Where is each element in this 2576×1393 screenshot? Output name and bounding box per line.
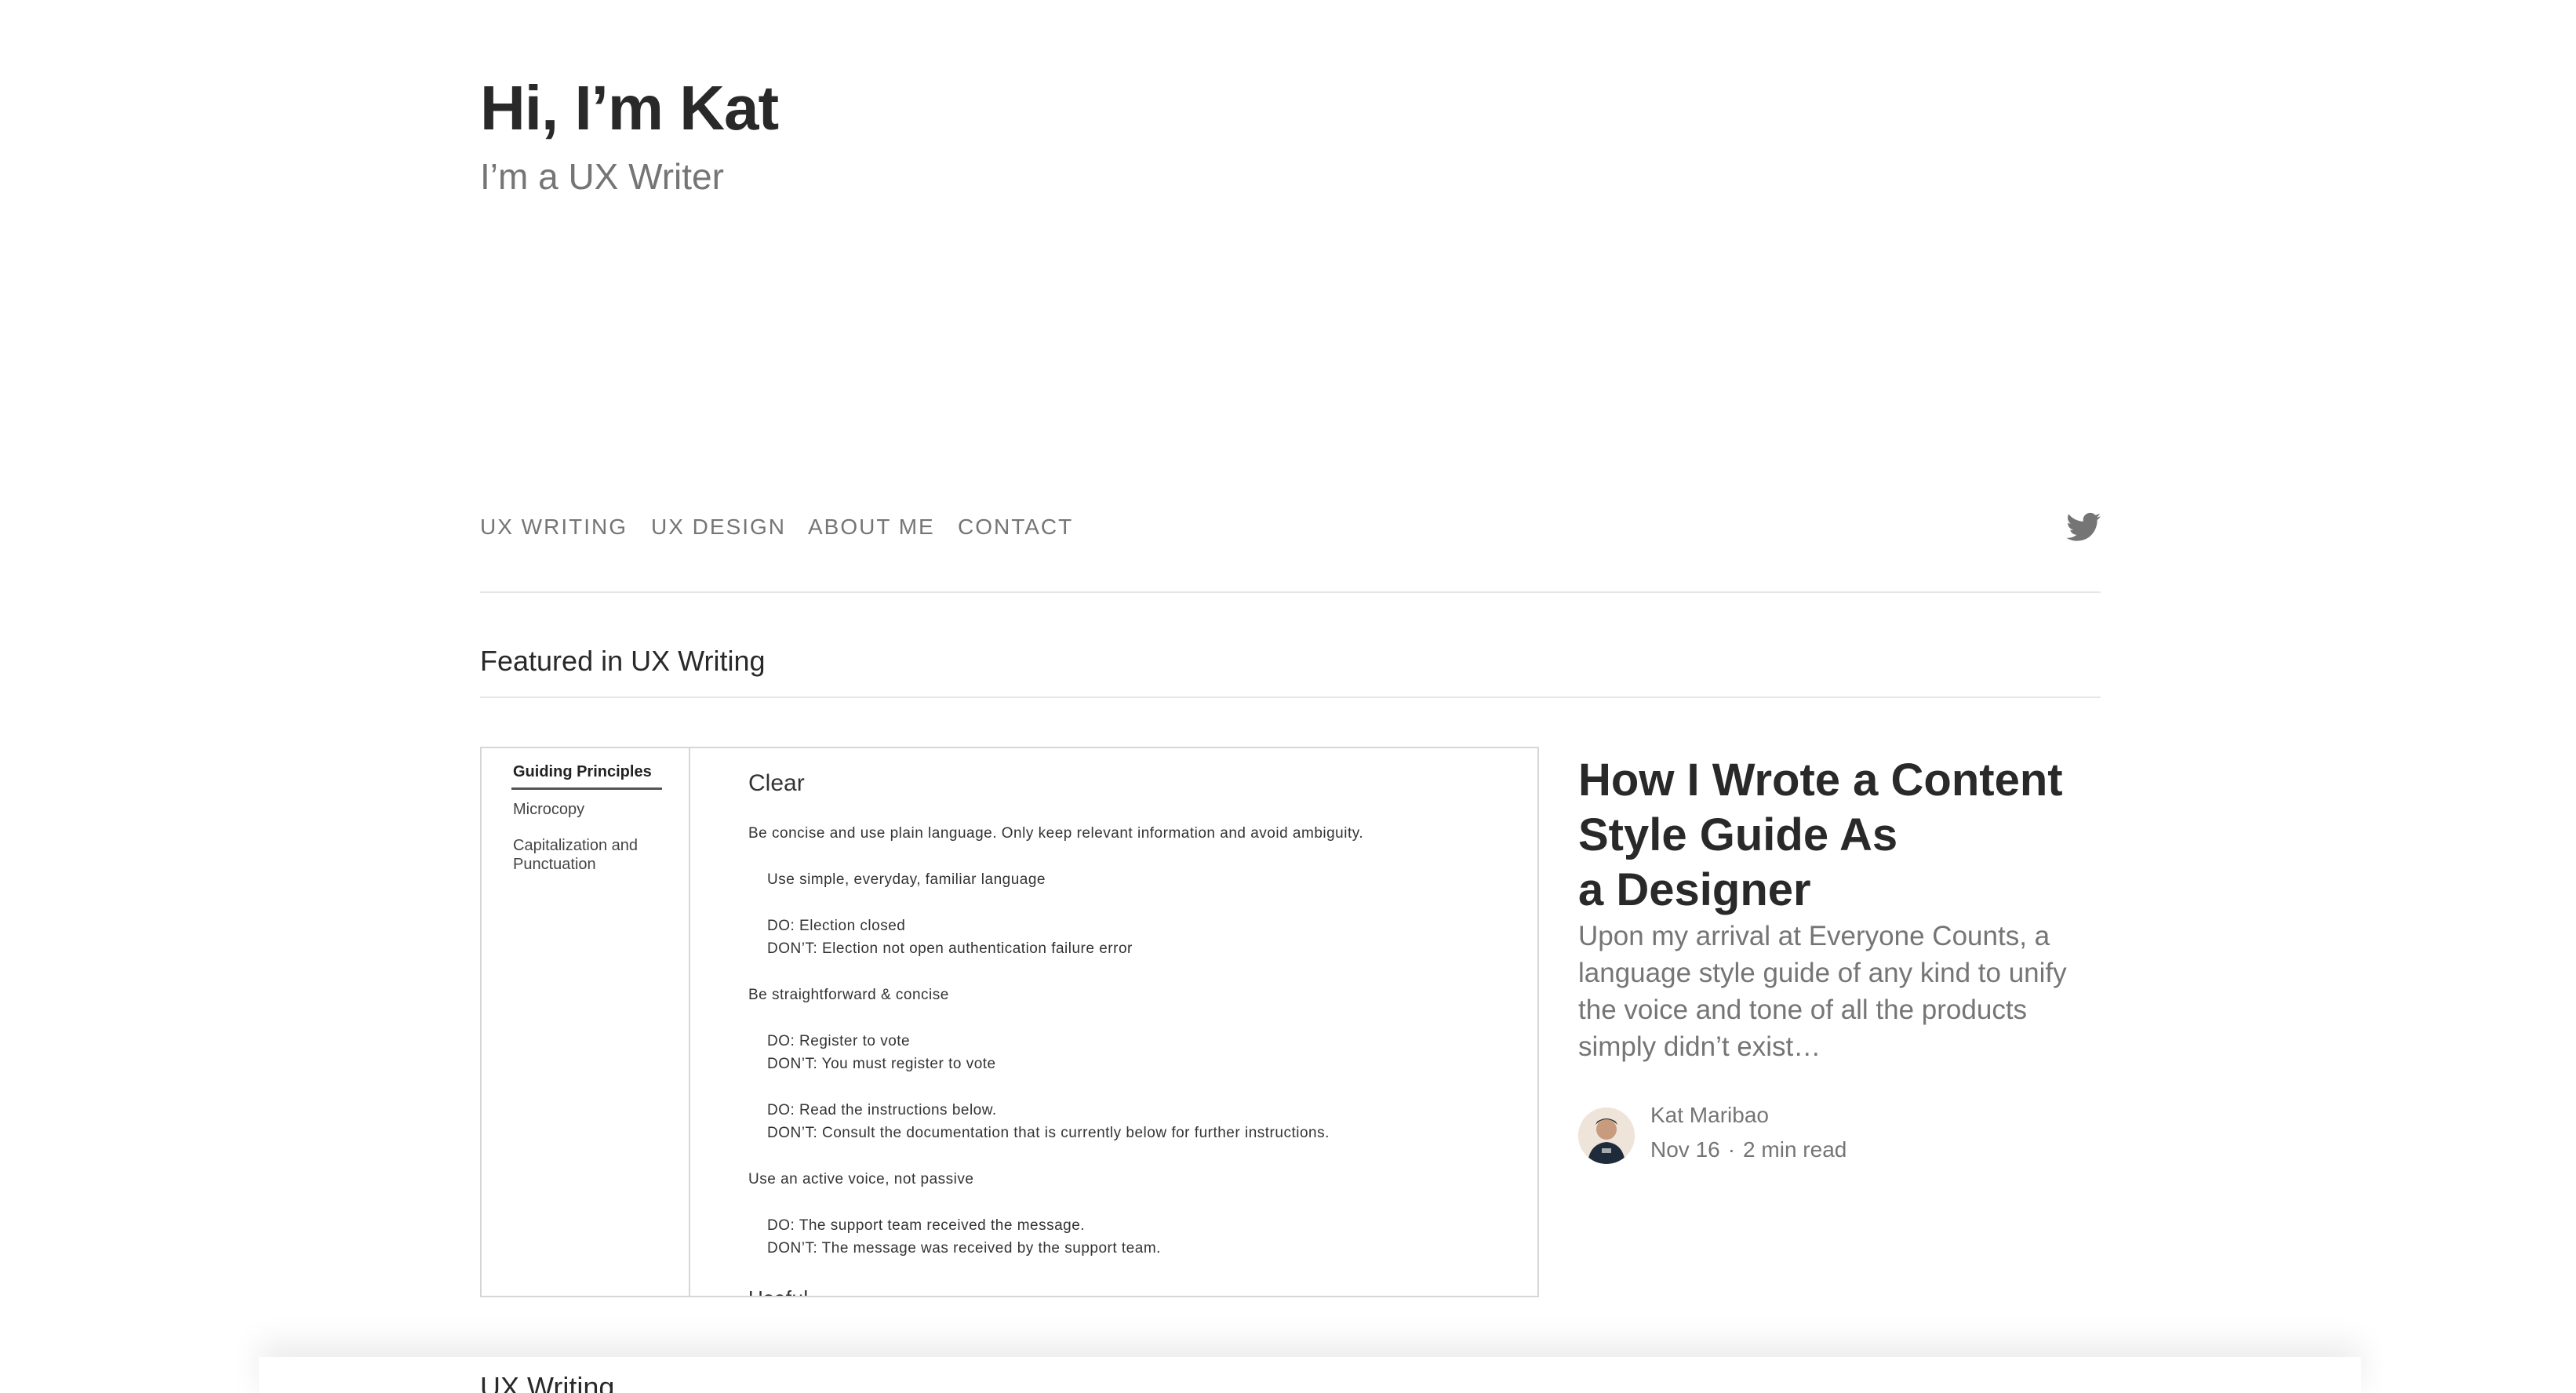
style-guide-nav-capitalization: Capitalization and Punctuation [513, 837, 638, 873]
guide-line: DO: Election closed [767, 918, 906, 934]
meta-separator: · [1727, 1137, 1736, 1162]
article-excerpt[interactable]: Upon my arrival at Everyone Counts, a la… [1578, 918, 2101, 1065]
article-title-line: a Designer [1578, 864, 1811, 915]
excerpt-line: Upon my arrival at Everyone Counts, a [1578, 921, 2050, 951]
article-title[interactable]: How I Wrote a Content Style Guide As a D… [1578, 753, 2101, 918]
style-guide-heading: Clear [748, 770, 805, 796]
author-name[interactable]: Kat Maribao [1650, 1103, 1769, 1128]
excerpt-line: the voice and tone of all the products [1578, 995, 2028, 1025]
main-nav: UX WRITING UX DESIGN ABOUT ME CONTACT [480, 512, 2101, 546]
post-date: Nov 16 [1650, 1137, 1720, 1162]
ux-writing-section-heading: UX Writing [480, 1371, 615, 1393]
excerpt-line: language style guide of any kind to unif… [1578, 958, 2067, 988]
featured-article-image[interactable]: Guiding Principles Microcopy Capitalizat… [480, 747, 1539, 1297]
guide-line: Use an active voice, not passive [748, 1171, 974, 1188]
nav-divider [480, 591, 2101, 593]
guide-line: Use simple, everyday, familiar language [767, 871, 1046, 888]
page: Hi, I’m Kat I’m a UX Writer UX WRITING U… [0, 0, 2576, 1393]
style-guide-content: Clear Be concise and use plain language.… [690, 748, 1537, 1296]
post-meta: Nov 16 · 2 min read [1650, 1137, 1846, 1162]
twitter-icon [2066, 512, 2101, 541]
site-subtitle: I’m a UX Writer [480, 156, 724, 197]
avatar-photo [1578, 1107, 1635, 1164]
guide-line: DO: The support team received the messag… [767, 1217, 1086, 1234]
read-time: 2 min read [1743, 1137, 1847, 1162]
style-guide-nav-microcopy: Microcopy [513, 801, 585, 818]
style-guide-nav-guiding-principles: Guiding Principles [513, 763, 652, 780]
nav-about-me[interactable]: ABOUT ME [808, 515, 935, 540]
nav-contact[interactable]: CONTACT [958, 515, 1073, 540]
guide-line: DON’T: Consult the documentation that is… [767, 1125, 1330, 1141]
guide-line: Be straightforward & concise [748, 987, 949, 1003]
article-title-line: How I Wrote a Content [1578, 755, 2063, 806]
article-title-line: Style Guide As [1578, 809, 1898, 860]
featured-divider [480, 696, 2101, 698]
guide-line: DON’T: The message was received by the s… [767, 1240, 1161, 1257]
excerpt-line: simply didn’t exist… [1578, 1031, 1821, 1062]
guide-line: DON’T: You must register to vote [767, 1056, 996, 1072]
guide-line: Useful [748, 1286, 809, 1296]
nav-ux-design[interactable]: UX DESIGN [651, 515, 786, 540]
guide-line: DO: Register to vote [767, 1033, 911, 1049]
author-avatar[interactable] [1578, 1107, 1635, 1164]
site-title: Hi, I’m Kat [480, 73, 779, 143]
guide-line: Be concise and use plain language. Only … [748, 825, 1364, 842]
guide-line: DON’T: Election not open authentication … [767, 940, 1133, 957]
twitter-link[interactable] [2066, 511, 2101, 543]
featured-section-heading: Featured in UX Writing [480, 645, 766, 677]
nav-ux-writing[interactable]: UX WRITING [480, 515, 628, 540]
guide-line: DO: Read the instructions below. [767, 1102, 997, 1118]
style-guide-sidebar: Guiding Principles Microcopy Capitalizat… [482, 748, 690, 1296]
active-tab-underline [511, 787, 662, 790]
